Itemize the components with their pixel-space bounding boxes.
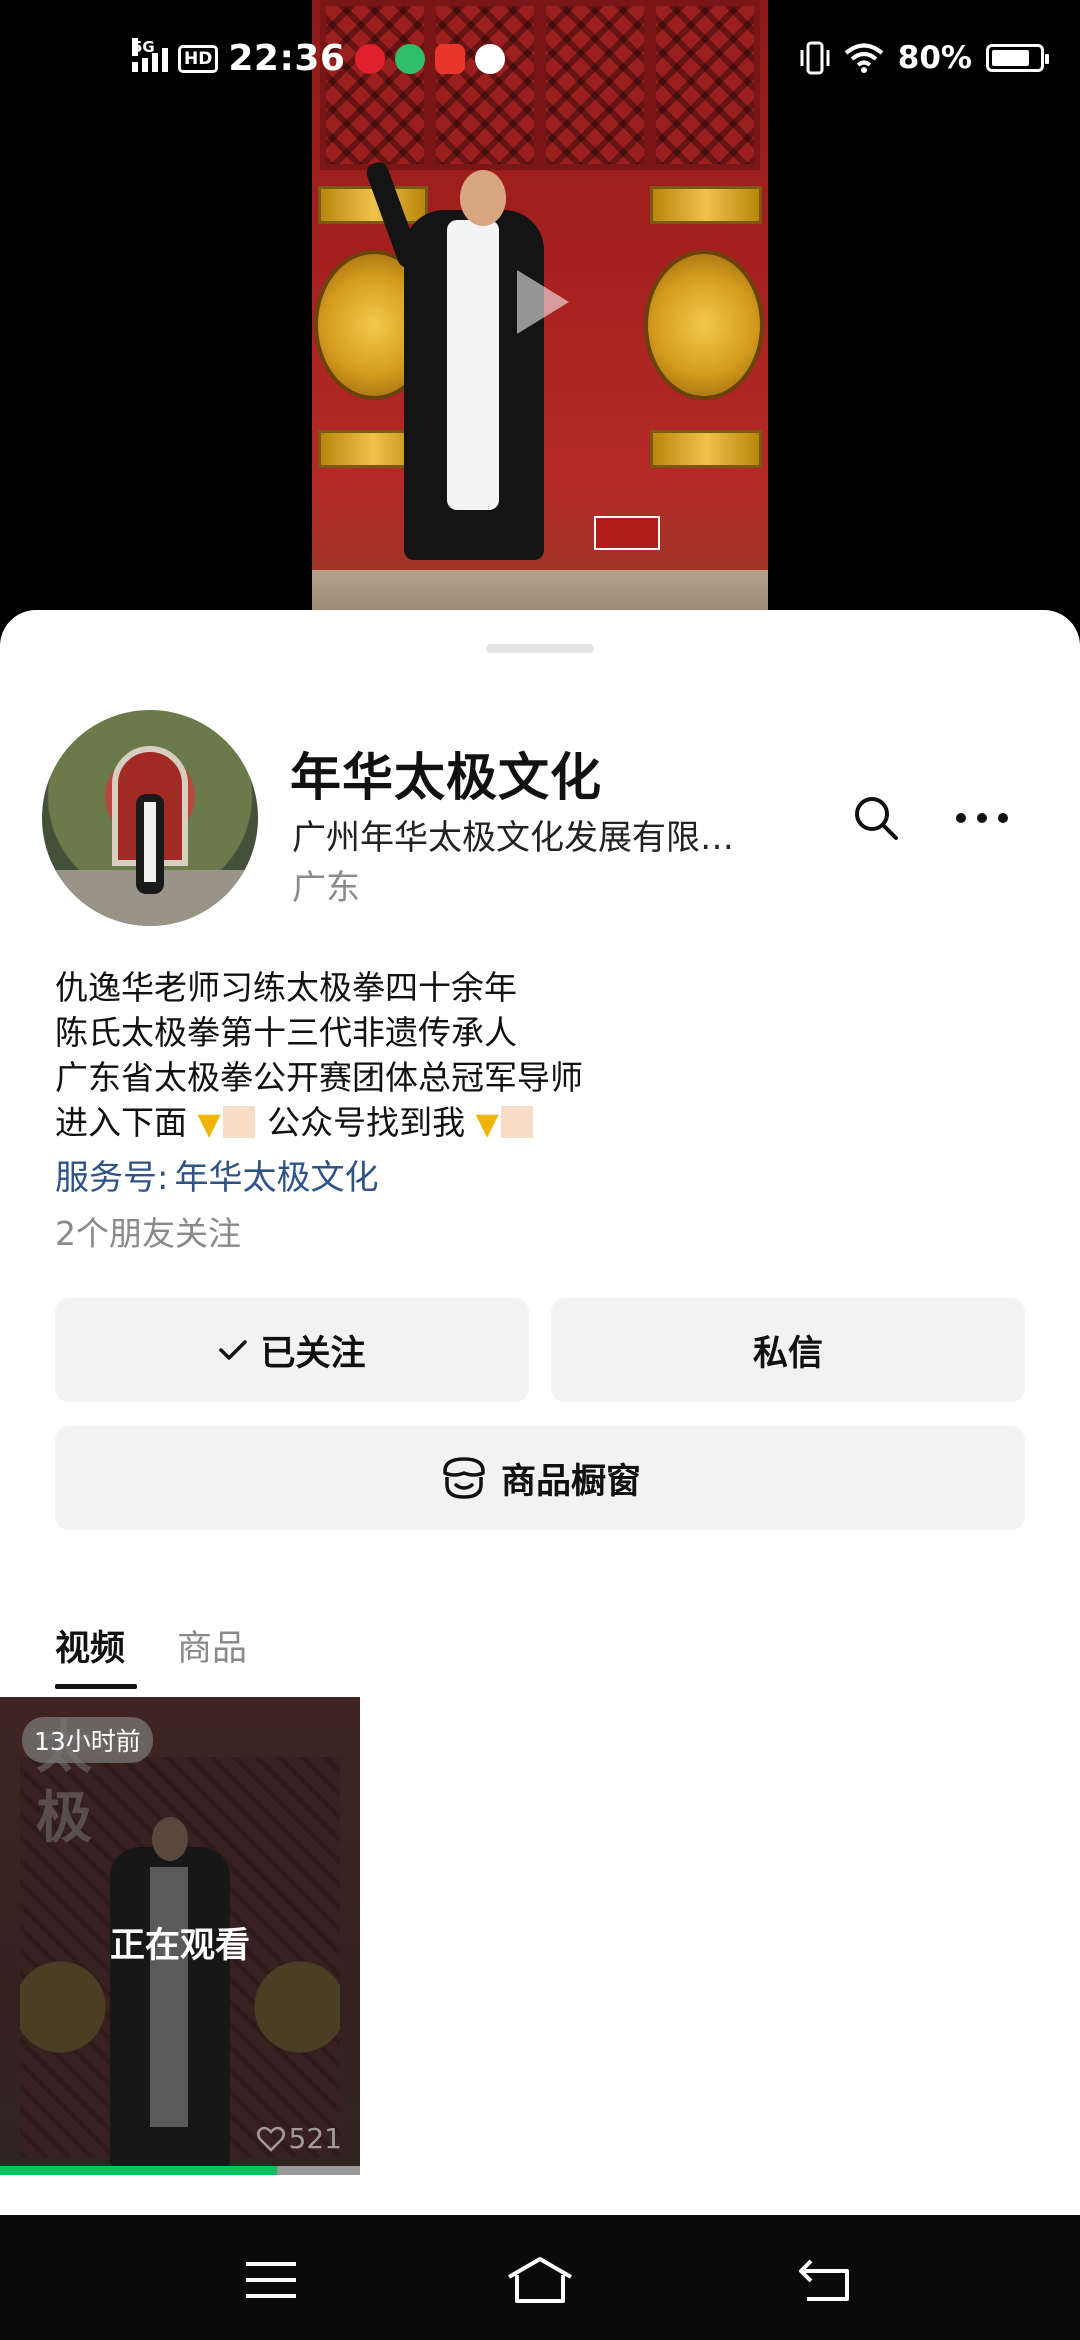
skin-tone-icon xyxy=(500,1106,533,1138)
drag-handle[interactable] xyxy=(486,644,594,653)
bio-line: 陈氏太极拳第十三代非遗传承人 xyxy=(55,1013,517,1052)
tab-products[interactable]: 商品 xyxy=(177,1620,247,1689)
back-icon xyxy=(799,2259,849,2301)
notification-app-icon xyxy=(395,43,426,74)
service-name: 年华太极文化 xyxy=(174,1158,379,1198)
status-left: 5G HD 22:36 xyxy=(132,37,506,79)
hd-badge: HD xyxy=(178,44,219,73)
bio-line: 广东省太极拳公开赛团体总冠军导师 xyxy=(55,1058,583,1097)
bio-text: 公众号找到我 xyxy=(267,1103,466,1142)
like-count-value: 521 xyxy=(288,2122,342,2155)
battery-percent: 80% xyxy=(897,40,972,76)
play-icon[interactable] xyxy=(517,270,569,334)
now-watching-label: 正在观看 xyxy=(109,1926,250,1966)
bio: 仇逸华老师习练太极拳四十余年 陈氏太极拳第十三代非遗传承人 广东省太极拳公开赛团… xyxy=(55,965,583,1147)
notification-app-icon xyxy=(435,43,466,74)
search-icon xyxy=(855,797,898,840)
gold-panel xyxy=(650,186,762,224)
status-right: 80% xyxy=(800,40,1049,76)
watch-progress-fill xyxy=(0,2166,278,2175)
wifi-icon xyxy=(844,43,884,73)
battery-level xyxy=(992,50,1029,66)
content-tabs: 视频 商品 xyxy=(55,1620,247,1689)
gold-panel xyxy=(650,430,762,468)
point-down-icon: ▼ xyxy=(197,1107,221,1142)
time-badge: 13小时前 xyxy=(22,1717,153,1763)
nav-menu-button[interactable] xyxy=(236,2245,306,2315)
avatar-shirt xyxy=(144,802,156,882)
profile-sheet: 年华太极文化 广州年华太极文化发展有限… 广东 仇逸华老师习练太极拳四十余年 陈… xyxy=(0,610,1080,2215)
bio-line: 仇逸华老师习练太极拳四十余年 xyxy=(55,968,517,1007)
heart-icon xyxy=(256,2126,285,2152)
clock: 22:36 xyxy=(228,38,346,79)
service-label: 服务号: xyxy=(55,1158,169,1198)
network-type: 5G xyxy=(132,37,155,56)
bio-text: 进入下面 xyxy=(55,1103,187,1142)
more-icon xyxy=(956,813,1008,823)
system-nav-bar xyxy=(0,2215,1080,2340)
skin-tone-icon xyxy=(222,1106,255,1138)
status-bar: 5G HD 22:36 80% xyxy=(0,0,1080,120)
message-label: 私信 xyxy=(752,1333,823,1374)
home-icon xyxy=(507,2257,573,2303)
followed-label: 已关注 xyxy=(260,1333,366,1374)
point-down-icon: ▼ xyxy=(475,1107,499,1142)
shop-label: 商品橱窗 xyxy=(500,1461,641,1502)
more-button[interactable] xyxy=(950,786,1014,850)
nav-back-button[interactable] xyxy=(789,2245,859,2315)
friends-following[interactable]: 2个朋友关注 xyxy=(55,1207,241,1255)
search-button[interactable] xyxy=(844,786,908,850)
video-thumbnail[interactable]: 太 极 13小时前 正在观看 521 xyxy=(0,1697,360,2175)
profile-name: 年华太极文化 xyxy=(290,749,603,808)
person-head xyxy=(460,170,506,226)
service-account-link[interactable]: 服务号: 年华太极文化 xyxy=(55,1150,378,1199)
shop-icon xyxy=(443,1457,485,1499)
like-count: 521 xyxy=(256,2122,342,2155)
watch-progress xyxy=(0,2166,360,2175)
shop-window-button[interactable]: 商品橱窗 xyxy=(55,1426,1025,1530)
message-button[interactable]: 私信 xyxy=(551,1298,1025,1402)
cellular-signal-icon: 5G xyxy=(132,37,168,72)
notification-app-icon xyxy=(355,43,386,74)
person-shirt xyxy=(447,220,499,510)
vibrate-icon xyxy=(800,41,830,75)
region: 广东 xyxy=(292,868,360,908)
company-name[interactable]: 广州年华太极文化发展有限… xyxy=(292,810,734,859)
tab-videos[interactable]: 视频 xyxy=(55,1620,138,1689)
followed-button[interactable]: 已关注 xyxy=(55,1298,529,1402)
gold-ornament xyxy=(644,250,764,400)
menu-icon xyxy=(246,2262,296,2298)
bio-line: 进入下面 ▼ 公众号找到我 ▼ xyxy=(55,1100,583,1147)
battery-icon xyxy=(986,44,1049,72)
nav-home-button[interactable] xyxy=(505,2245,575,2315)
avatar[interactable] xyxy=(42,710,258,926)
check-icon xyxy=(219,1340,248,1360)
caution-sign xyxy=(594,516,660,550)
notification-app-icon xyxy=(475,43,506,74)
